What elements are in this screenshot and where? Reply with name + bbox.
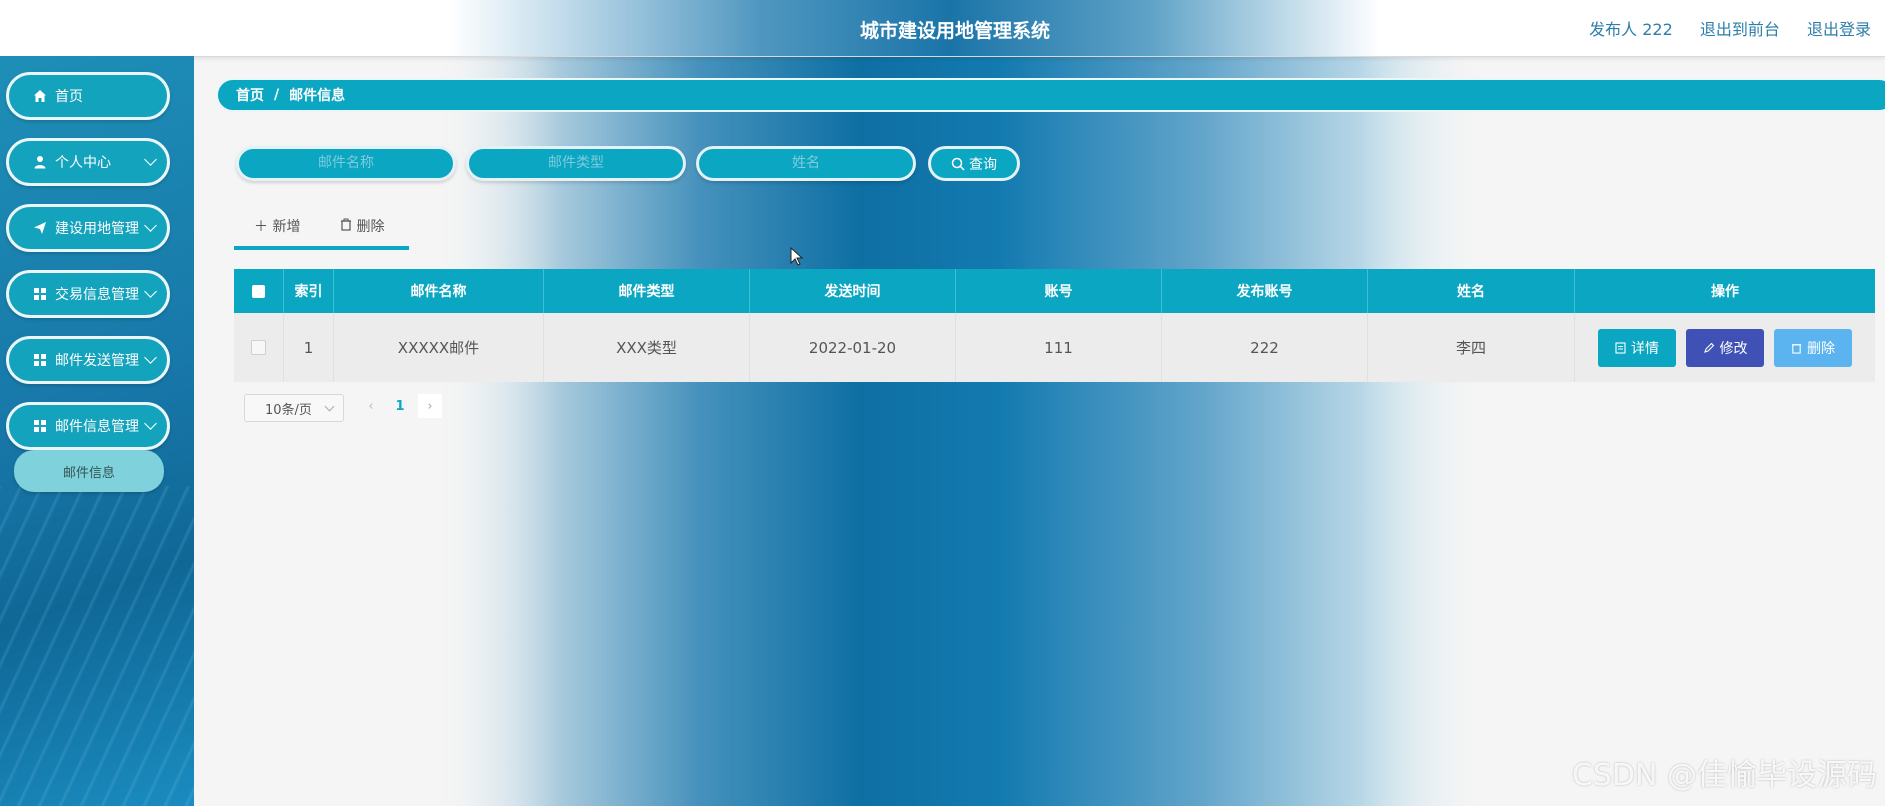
breadcrumb: 首页 / 邮件信息 <box>216 78 1885 112</box>
header-actions: 操作 <box>1711 284 1739 300</box>
grid-icon <box>34 354 46 366</box>
table-row: 1 XXXXX邮件 XXX类型 2022-01-20 111 222 李四 详情… <box>234 313 1875 382</box>
prev-page-button[interactable]: ‹ <box>362 394 380 418</box>
mail-name-search-input[interactable]: 邮件名称 <box>236 146 456 181</box>
detail-label: 详情 <box>1631 340 1659 357</box>
action-bar: ＋ 新增 删除 <box>234 212 409 250</box>
mail-table: 索引 邮件名称 邮件类型 发送时间 账号 发布账号 姓名 操作 1 XXXXX邮… <box>234 269 1875 382</box>
sidebar-item-label: 邮件发送管理 <box>55 353 139 369</box>
submenu-item-mail-info[interactable]: 邮件信息 <box>14 450 164 492</box>
edit-label: 修改 <box>1719 340 1748 357</box>
sidebar-item-label: 首页 <box>55 89 83 105</box>
cell-index: 1 <box>284 313 334 382</box>
trash-icon <box>1791 343 1802 354</box>
cell-actions: 详情 修改 删除 <box>1575 313 1875 382</box>
logout-link[interactable]: 退出登录 <box>1807 20 1871 39</box>
header-send-time: 发送时间 <box>750 269 956 313</box>
query-button[interactable]: 查询 <box>928 146 1020 181</box>
delete-button[interactable]: 删除 <box>1774 328 1852 367</box>
table-header: 索引 邮件名称 邮件类型 发送时间 账号 发布账号 姓名 操作 <box>234 269 1875 313</box>
cell-mail-name: XXXXX邮件 <box>334 313 544 382</box>
sidebar-item-personal-center[interactable]: 个人中心 <box>6 138 170 186</box>
header-account: 账号 <box>956 269 1162 313</box>
page-size-select[interactable]: 10条/页 <box>244 394 344 422</box>
add-label: 新增 <box>272 219 301 235</box>
cell-name: 李四 <box>1368 313 1575 382</box>
cell-mail-type: XXX类型 <box>544 313 750 382</box>
document-icon <box>1615 341 1626 354</box>
chevron-down-icon <box>324 401 335 412</box>
chevron-down-icon <box>144 285 157 298</box>
sidebar-item-land-management[interactable]: 建设用地管理 <box>6 204 170 252</box>
header-index: 索引 <box>284 269 334 313</box>
trash-icon <box>341 218 351 231</box>
cell-publish-account: 222 <box>1162 313 1368 382</box>
sidebar-item-label: 个人中心 <box>55 155 111 171</box>
sidebar: 首页 个人中心 建设用地管理 交易信息管理 邮件发送管理 邮件信息管理 邮件信息 <box>0 56 194 806</box>
edit-icon <box>1703 342 1714 353</box>
watermark: CSDN @佳愉毕设源码 <box>1571 758 1877 793</box>
breadcrumb-current: 邮件信息 <box>289 88 346 104</box>
chevron-right-icon: › <box>427 398 433 414</box>
breadcrumb-separator: / <box>274 87 280 103</box>
plus-icon: ＋ <box>254 219 268 235</box>
mail-type-search-input[interactable]: 邮件类型 <box>466 146 686 181</box>
sidebar-item-mail-info[interactable]: 邮件信息管理 <box>6 402 170 450</box>
grid-icon <box>34 420 46 432</box>
select-all-cell <box>234 269 284 313</box>
top-header: 城市建设用地管理系统 发布人 222 退出到前台 退出登录 <box>0 0 1885 57</box>
sidebar-decoration <box>0 486 194 806</box>
header-publish-account: 发布账号 <box>1162 269 1368 313</box>
cell-account: 111 <box>956 313 1162 382</box>
query-label: 查询 <box>969 156 997 173</box>
home-icon <box>34 90 46 102</box>
add-button[interactable]: ＋ 新增 <box>254 216 300 236</box>
mouse-cursor-icon <box>790 247 804 266</box>
publisher-label: 发布人 222 <box>1589 20 1673 39</box>
next-page-button[interactable]: › <box>418 394 442 418</box>
page-number[interactable]: 1 <box>388 394 412 418</box>
select-all-checkbox[interactable] <box>252 284 265 298</box>
header-links: 发布人 222 退出到前台 退出登录 <box>1567 16 1871 40</box>
detail-button[interactable]: 详情 <box>1598 328 1676 367</box>
breadcrumb-home[interactable]: 首页 <box>236 85 264 105</box>
sidebar-item-mail-send[interactable]: 邮件发送管理 <box>6 336 170 384</box>
chevron-down-icon <box>144 153 157 166</box>
header-name: 姓名 <box>1368 269 1575 313</box>
name-search-input[interactable]: 姓名 <box>696 146 916 181</box>
delete-label: 删除 <box>1807 340 1835 357</box>
search-icon <box>951 157 965 171</box>
header-mail-type: 邮件类型 <box>544 269 750 313</box>
sidebar-item-label: 建设用地管理 <box>55 221 139 237</box>
delete-label: 删除 <box>356 219 385 235</box>
user-icon <box>34 156 46 169</box>
sidebar-item-label: 交易信息管理 <box>55 287 139 303</box>
header-mail-name: 邮件名称 <box>334 269 544 313</box>
chevron-down-icon <box>144 351 157 364</box>
send-icon <box>34 222 46 234</box>
page-size-value: 10条/页 <box>265 402 312 418</box>
edit-button[interactable]: 修改 <box>1686 328 1764 367</box>
exit-to-frontend-link[interactable]: 退出到前台 <box>1700 20 1780 39</box>
chevron-down-icon <box>144 417 157 430</box>
chevron-left-icon: ‹ <box>368 398 374 414</box>
batch-delete-button[interactable]: 删除 <box>340 216 384 236</box>
sidebar-item-label: 邮件信息管理 <box>55 419 139 435</box>
grid-icon <box>34 288 46 300</box>
chevron-down-icon <box>144 219 157 232</box>
sidebar-item-home[interactable]: 首页 <box>6 72 170 120</box>
cell-send-time: 2022-01-20 <box>750 313 956 382</box>
row-select-cell <box>234 313 284 382</box>
row-checkbox[interactable] <box>251 340 266 355</box>
sidebar-item-trade-info[interactable]: 交易信息管理 <box>6 270 170 318</box>
